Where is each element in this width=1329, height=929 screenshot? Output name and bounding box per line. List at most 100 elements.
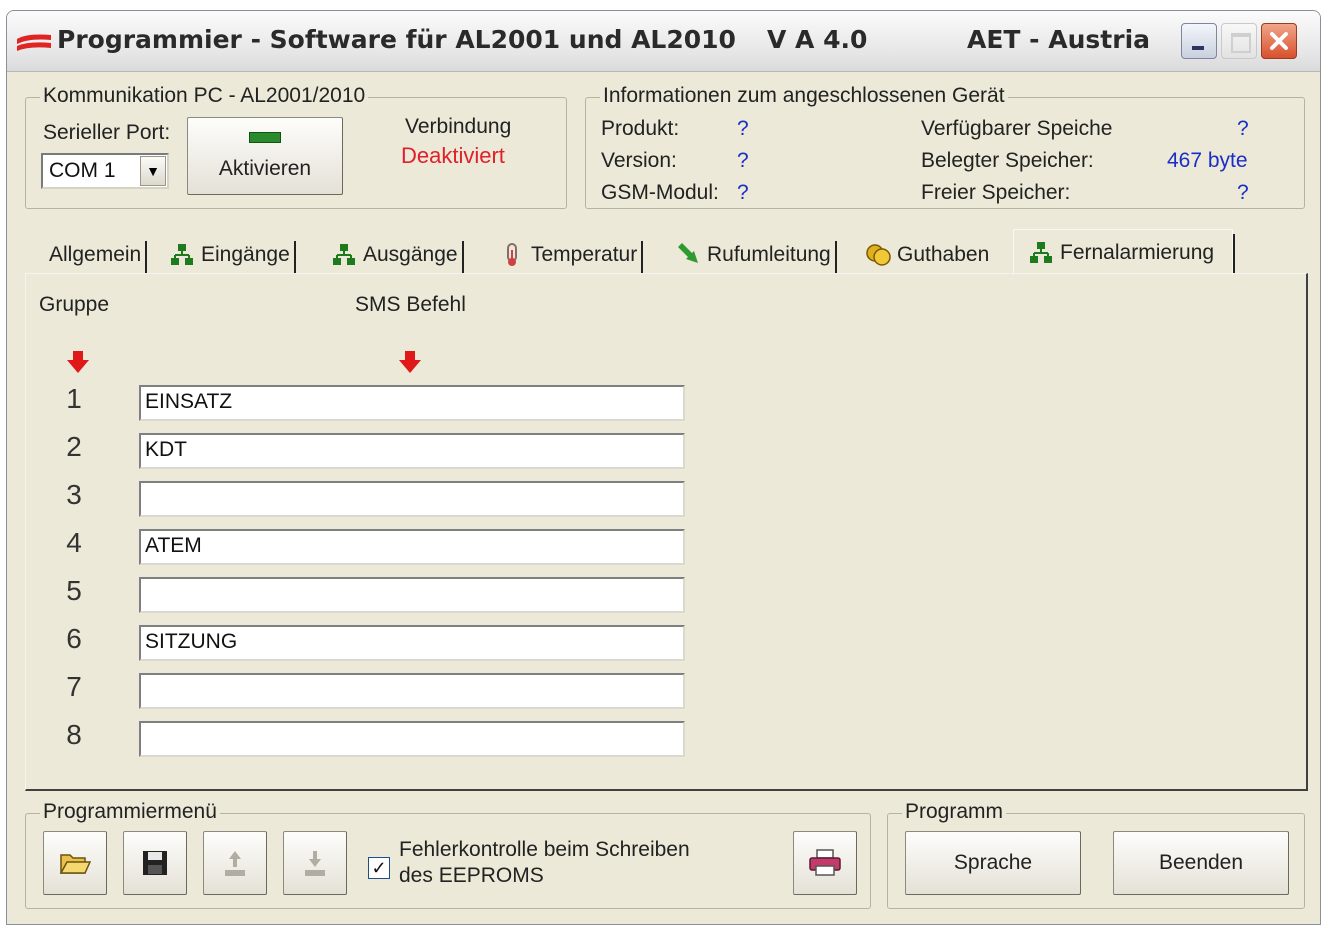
tab-label: Allgemein bbox=[49, 243, 142, 266]
group-number: 8 bbox=[66, 719, 82, 750]
sms-command-field[interactable] bbox=[139, 481, 685, 517]
programming-menu-legend: Programmiermenü bbox=[40, 800, 220, 824]
tab-allgemein[interactable]: Allgemein bbox=[49, 235, 148, 275]
sms-command-field[interactable]: EINSATZ bbox=[139, 385, 685, 421]
maximize-icon bbox=[1231, 33, 1251, 53]
tab-guthaben[interactable]: Guthaben bbox=[865, 235, 989, 275]
chevron-down-icon[interactable]: ▼ bbox=[140, 156, 166, 186]
save-button[interactable] bbox=[123, 831, 187, 895]
app-logo-icon bbox=[17, 34, 51, 51]
used-memory-label: Belegter Speicher: bbox=[921, 149, 1094, 172]
sms-command-field[interactable] bbox=[139, 577, 685, 613]
main-window: Programmier - Software für AL2001 und AL… bbox=[6, 10, 1321, 925]
used-memory-value: 467 byte bbox=[1167, 149, 1248, 172]
network-icon bbox=[333, 244, 355, 265]
connection-status: Deaktiviert bbox=[401, 143, 505, 168]
sms-command-value: SITZUNG bbox=[145, 630, 238, 653]
network-icon bbox=[171, 244, 193, 265]
sms-command-field[interactable] bbox=[139, 673, 685, 709]
gsm-module-value: ? bbox=[737, 181, 749, 204]
language-button[interactable]: Sprache bbox=[905, 831, 1081, 895]
exit-button-label: Beenden bbox=[1158, 851, 1244, 874]
group-number: 5 bbox=[66, 575, 82, 606]
group-number: 4 bbox=[66, 527, 82, 558]
connector-icon bbox=[249, 131, 281, 143]
forward-arrow-icon bbox=[678, 243, 698, 263]
floppy-disk-icon bbox=[143, 851, 167, 875]
thermometer-icon bbox=[507, 243, 517, 266]
tab-ausgaenge[interactable]: Ausgänge bbox=[331, 235, 464, 275]
tab-label: Fernalarmierung bbox=[1060, 240, 1215, 264]
tab-label: Rufumleitung bbox=[707, 243, 831, 266]
sms-command-value: ATEM bbox=[145, 534, 202, 557]
print-button[interactable] bbox=[793, 831, 857, 895]
sms-command-value: KDT bbox=[145, 438, 187, 461]
tab-label: Guthaben bbox=[897, 243, 990, 266]
product-value: ? bbox=[737, 117, 749, 140]
serial-port-value: COM 1 bbox=[49, 159, 116, 182]
maximize-button bbox=[1221, 23, 1257, 59]
folder-open-icon bbox=[59, 854, 91, 874]
minimize-icon bbox=[1192, 46, 1204, 50]
version-info-label: Version: bbox=[601, 149, 677, 172]
activate-button[interactable]: Aktivieren bbox=[187, 117, 343, 195]
close-icon bbox=[1270, 32, 1288, 50]
sms-command-field[interactable]: SITZUNG bbox=[139, 625, 685, 661]
version-info-value: ? bbox=[737, 149, 749, 172]
sms-command-header: SMS Befehl bbox=[355, 293, 466, 316]
activate-label: Aktivieren bbox=[218, 156, 312, 180]
free-memory-value: ? bbox=[1237, 181, 1249, 204]
tab-eingaenge[interactable]: Eingänge bbox=[169, 235, 296, 275]
printer-icon bbox=[809, 849, 841, 876]
serial-port-label: Serieller Port: bbox=[43, 121, 171, 144]
tab-rufumleitung[interactable]: Rufumleitung bbox=[675, 235, 837, 275]
free-memory-label: Freier Speicher: bbox=[921, 181, 1071, 204]
exit-button[interactable]: Beenden bbox=[1113, 831, 1289, 895]
tab-label: Ausgänge bbox=[363, 243, 458, 266]
available-memory-value: ? bbox=[1237, 117, 1249, 140]
error-check-label-line2: des EEPROMS bbox=[399, 864, 544, 887]
group-number: 7 bbox=[66, 671, 82, 702]
group-header: Gruppe bbox=[39, 293, 110, 316]
connection-label: Verbindung bbox=[405, 115, 512, 138]
group-number: 1 bbox=[66, 383, 82, 414]
product-label: Produkt: bbox=[601, 117, 680, 140]
network-icon bbox=[1030, 241, 1052, 263]
tab-temperatur[interactable]: Temperatur bbox=[499, 235, 644, 275]
sms-command-field[interactable]: ATEM bbox=[139, 529, 685, 565]
close-button[interactable] bbox=[1261, 23, 1297, 59]
tab-label: Eingänge bbox=[201, 243, 290, 266]
group-number: 6 bbox=[66, 623, 82, 654]
serial-port-select[interactable]: COM 1 ▼ bbox=[41, 153, 169, 189]
sms-command-field[interactable]: KDT bbox=[139, 433, 685, 469]
communication-legend: Kommunikation PC - AL2001/2010 bbox=[40, 84, 369, 108]
available-memory-label: Verfügbarer Speiche bbox=[921, 117, 1113, 140]
tab-strip: Allgemein Eingänge Ausgänge Temperatur R… bbox=[27, 229, 1307, 277]
company-label: AET - Austria bbox=[967, 25, 1151, 54]
group-number: 2 bbox=[66, 431, 82, 462]
tab-label: Temperatur bbox=[531, 243, 638, 266]
minimize-button[interactable] bbox=[1181, 23, 1217, 59]
error-check-checkbox[interactable]: ✓ bbox=[368, 857, 390, 879]
sms-command-field[interactable] bbox=[139, 721, 685, 757]
program-legend: Programm bbox=[902, 800, 1007, 824]
coins-icon bbox=[866, 244, 891, 266]
error-check-label-line1: Fehlerkontrolle beim Schreiben bbox=[399, 838, 690, 861]
error-check-label: Fehlerkontrolle beim Schreiben des EEPRO… bbox=[399, 837, 690, 889]
download-arrow-icon bbox=[305, 851, 325, 876]
title-bar[interactable]: Programmier - Software für AL2001 und AL… bbox=[7, 11, 1320, 72]
version-label: V A 4.0 bbox=[767, 25, 868, 54]
gsm-module-label: GSM-Modul: bbox=[601, 181, 719, 204]
arrow-down-icon bbox=[67, 351, 89, 373]
upload-button[interactable] bbox=[203, 831, 267, 895]
device-info-legend: Informationen zum angeschlossenen Gerät bbox=[600, 84, 1008, 108]
sms-command-value: EINSATZ bbox=[145, 390, 233, 413]
open-file-button[interactable] bbox=[43, 831, 107, 895]
arrow-down-icon bbox=[399, 351, 421, 373]
tab-fernalarmierung[interactable]: Fernalarmierung bbox=[1013, 229, 1235, 275]
window-title: Programmier - Software für AL2001 und AL… bbox=[57, 25, 736, 54]
upload-arrow-icon bbox=[225, 851, 245, 876]
download-button[interactable] bbox=[283, 831, 347, 895]
group-number: 3 bbox=[66, 479, 82, 510]
language-button-label: Sprache bbox=[953, 851, 1033, 874]
